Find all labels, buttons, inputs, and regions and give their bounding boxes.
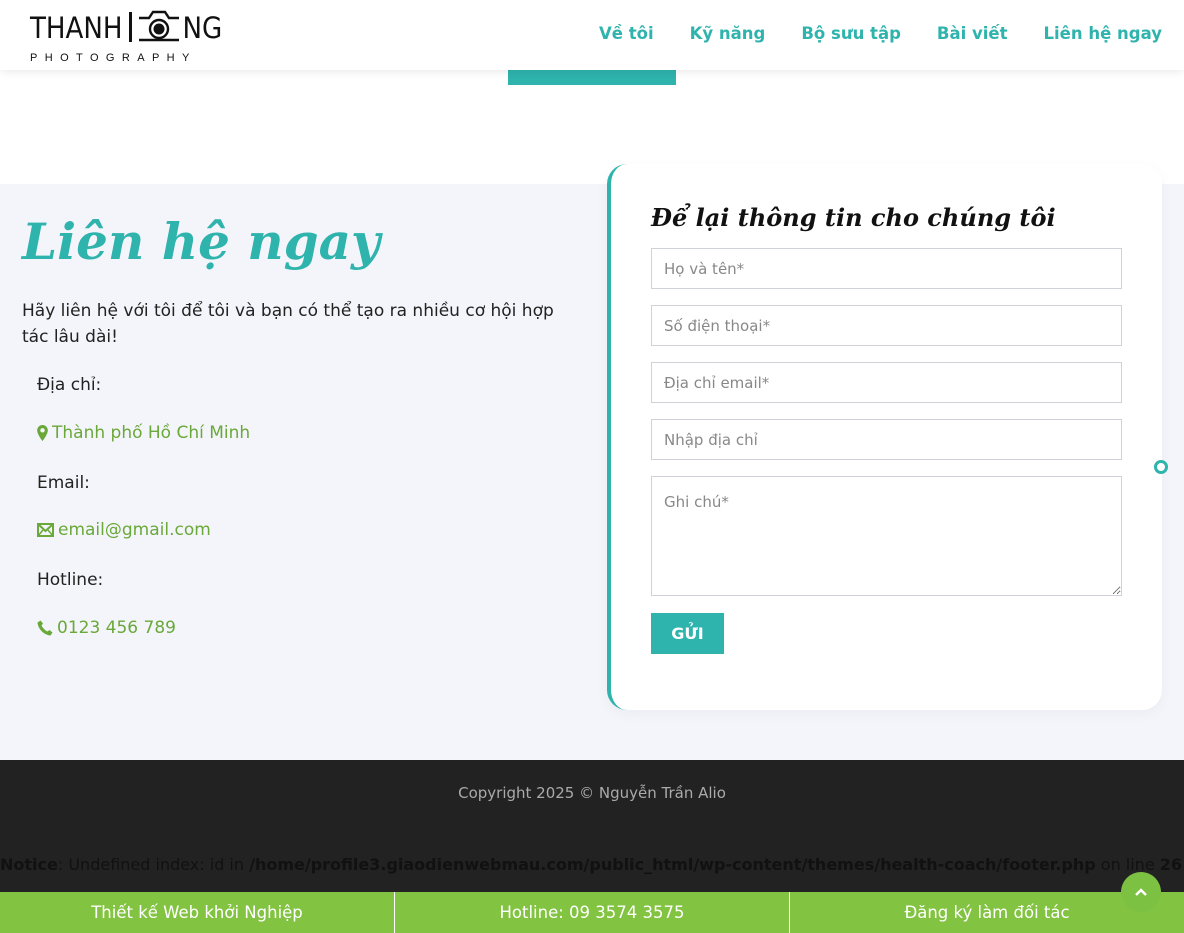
copyright-text: Copyright 2025 © Nguyễn Trần Alio (458, 784, 726, 802)
site-logo[interactable]: THANH NG PHOTOGRAPHY (30, 4, 222, 66)
nav-gallery[interactable]: Bộ sưu tập (801, 24, 901, 43)
email-label: Email: (37, 473, 90, 493)
form-title: Để lại thông tin cho chúng tôi (651, 203, 1056, 232)
site-header: THANH NG PHOTOGRAPHY Về tôi Kỹ năng Bộ sư… (0, 0, 1184, 70)
envelope-icon (37, 523, 54, 537)
notice-line: 26 (1159, 855, 1183, 874)
hotline-link[interactable]: 0123 456 789 (37, 618, 176, 638)
address-link[interactable]: Thành phố Hồ Chí Minh (37, 423, 250, 443)
notice-text: : Undefined index: id in (57, 855, 250, 874)
logo-subtitle: PHOTOGRAPHY (30, 52, 197, 64)
chevron-up-icon (1135, 888, 1147, 896)
map-marker-icon (37, 425, 48, 441)
logo-text-left: THANH (30, 11, 123, 45)
nav-contact[interactable]: Liên hệ ngay (1044, 24, 1162, 43)
notice-suffix: on line (1095, 855, 1160, 874)
notice-path: /home/profile3.giaodienwebmau.com/public… (249, 855, 1096, 874)
email-link[interactable]: email@gmail.com (37, 520, 211, 540)
name-input[interactable] (651, 248, 1122, 289)
logo-wordmark: THANH NG (30, 10, 222, 50)
side-navigation-dot[interactable] (1154, 460, 1168, 474)
phone-icon (37, 620, 53, 636)
phone-input[interactable] (651, 305, 1122, 346)
submit-button[interactable]: GỬI (651, 613, 724, 654)
camera-icon (125, 6, 181, 46)
hotline-label: Hotline: (37, 570, 104, 590)
nav-posts[interactable]: Bài viết (937, 24, 1008, 43)
notice-label: Notice (0, 855, 58, 874)
php-notice: Notice: Undefined index: id in /home/pro… (0, 855, 1184, 874)
email-value: email@gmail.com (58, 520, 211, 540)
email-input[interactable] (651, 362, 1122, 403)
note-textarea[interactable] (651, 476, 1122, 596)
scroll-to-top-button[interactable] (1121, 872, 1161, 912)
cta-web-startup[interactable]: Thiết kế Web khởi Nghiệp (0, 892, 395, 933)
main-nav: Về tôi Kỹ năng Bộ sưu tập Bài viết Liên … (599, 24, 1162, 43)
nav-about[interactable]: Về tôi (599, 24, 654, 43)
address-label: Địa chỉ: (37, 375, 102, 395)
hotline-value: 0123 456 789 (57, 618, 176, 638)
bottom-cta-bar: Thiết kế Web khởi Nghiệp Hotline: 09 357… (0, 892, 1184, 933)
cta-hotline[interactable]: Hotline: 09 3574 3575 (395, 892, 790, 933)
nav-skills[interactable]: Kỹ năng (690, 24, 766, 43)
logo-text-right: NG (182, 11, 223, 45)
address-value: Thành phố Hồ Chí Minh (52, 423, 251, 443)
contact-intro: Hãy liên hệ với tôi để tôi và bạn có thể… (22, 301, 554, 347)
contact-title: Liên hệ ngay (22, 212, 381, 271)
address-input[interactable] (651, 419, 1122, 460)
